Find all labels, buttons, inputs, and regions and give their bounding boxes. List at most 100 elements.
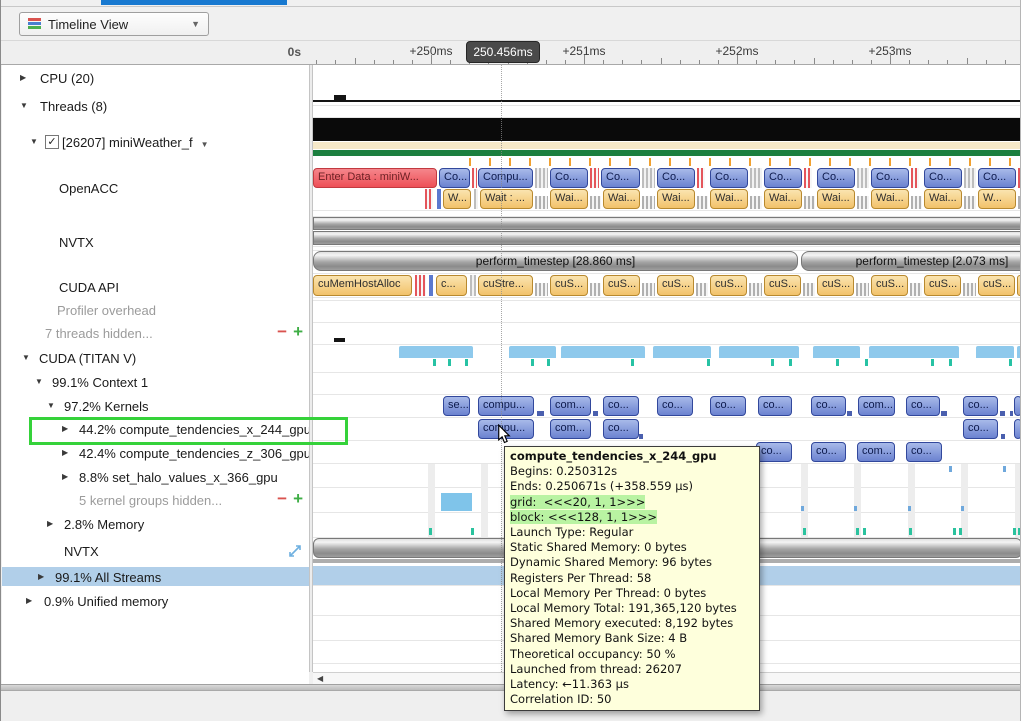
cuda-api-call-block[interactable]: [535, 283, 548, 296]
cuda-api-call-block[interactable]: [470, 275, 476, 296]
sidebar-item-8-8-set-halo-values-x-366-gpu[interactable]: ▶8.8% set_halo_values_x_366_gpu: [2, 469, 309, 486]
openacc-wait-block[interactable]: [697, 196, 708, 209]
openacc-range-block[interactable]: [697, 168, 705, 188]
chevron-down-icon[interactable]: ▼: [22, 353, 30, 362]
kernel-block[interactable]: co...: [963, 396, 998, 416]
sidebar-item-97-2-kernels[interactable]: ▼97.2% Kernels: [2, 398, 309, 415]
kernel-block[interactable]: se...: [443, 396, 470, 416]
cuda-api-call-block[interactable]: cuS...: [603, 275, 640, 296]
cuda-api-call-block[interactable]: [856, 283, 869, 296]
sidebar-item-openacc[interactable]: OpenACC: [2, 180, 309, 197]
openacc-wait-block[interactable]: [804, 196, 815, 209]
openacc-wait-block[interactable]: Wai...: [871, 189, 909, 209]
kernel-block[interactable]: co...: [603, 396, 639, 416]
cuda-api-call-block[interactable]: cuS...: [657, 275, 694, 296]
kernel-block[interactable]: co...: [758, 396, 792, 416]
sidebar-item-cuda-api[interactable]: CUDA API: [2, 279, 309, 296]
openacc-wait-block[interactable]: W...: [978, 189, 1016, 209]
sidebar-item-0-9-unified-memory[interactable]: ▶0.9% Unified memory: [2, 593, 309, 610]
cuda-api-call-block[interactable]: [590, 283, 601, 296]
openacc-range-block[interactable]: Co...: [871, 168, 909, 188]
openacc-wait-block[interactable]: Wai...: [603, 189, 640, 209]
openacc-range-block[interactable]: [964, 168, 976, 188]
cuda-api-call-block[interactable]: [803, 283, 815, 296]
openacc-wait-block[interactable]: [474, 189, 478, 209]
chevron-down-icon[interactable]: ▼: [201, 140, 209, 149]
sidebar-item-99-1-all-streams[interactable]: ▶99.1% All Streams: [2, 569, 309, 586]
chevron-down-icon[interactable]: ▼: [47, 401, 55, 410]
openacc-range-block[interactable]: [535, 168, 548, 188]
openacc-range-block[interactable]: Enter Data : miniW...: [313, 168, 437, 188]
openacc-wait-block[interactable]: Wai...: [550, 189, 588, 209]
cuda-api-call-block[interactable]: cuS...: [924, 275, 961, 296]
sidebar-item--26207-miniweather-f[interactable]: ▼✓[26207] miniWeather_f▼: [2, 134, 309, 151]
chevron-right-icon[interactable]: ▶: [47, 519, 53, 528]
kernel-block[interactable]: com...: [550, 396, 591, 416]
cuda-api-call-block[interactable]: cuS...: [550, 275, 588, 296]
openacc-wait-block[interactable]: [964, 196, 976, 209]
openacc-range-block[interactable]: [804, 168, 812, 188]
remove-filter-icon[interactable]: −: [277, 489, 287, 509]
openacc-range-block[interactable]: [472, 168, 477, 188]
sidebar-item-nvtx[interactable]: NVTX: [2, 543, 309, 560]
chevron-down-icon[interactable]: ▼: [30, 137, 38, 146]
chevron-right-icon[interactable]: ▶: [26, 596, 32, 605]
chevron-right-icon[interactable]: ▶: [62, 448, 68, 457]
openacc-wait-block[interactable]: [425, 189, 433, 209]
kernel-z306-block[interactable]: com...: [857, 442, 895, 462]
openacc-range-block[interactable]: Co...: [601, 168, 640, 188]
openacc-wait-block[interactable]: Wai...: [924, 189, 962, 209]
openacc-range-block[interactable]: Co...: [439, 168, 470, 188]
cuda-api-call-block[interactable]: [642, 283, 655, 296]
openacc-range-block[interactable]: Compu...: [478, 168, 533, 188]
chevron-down-icon[interactable]: ▼: [20, 101, 28, 110]
kernel-block[interactable]: co...: [811, 396, 846, 416]
openacc-range-block[interactable]: Co...: [550, 168, 588, 188]
openacc-wait-block[interactable]: [911, 196, 922, 209]
openacc-range-block[interactable]: [590, 168, 599, 188]
thread-checkbox[interactable]: ✓: [45, 135, 59, 149]
scroll-left-arrow-icon[interactable]: ◀: [317, 674, 323, 683]
openacc-range-block[interactable]: Co...: [710, 168, 748, 188]
openacc-range-block[interactable]: Co...: [764, 168, 802, 188]
sidebar-item-5-kernel-groups-hidden-[interactable]: 5 kernel groups hidden...−+: [2, 492, 309, 509]
chevron-right-icon[interactable]: ▶: [62, 472, 68, 481]
sidebar-item-profiler-overhead[interactable]: Profiler overhead: [2, 302, 309, 319]
sidebar-item-42-4-compute-tendencies-z-306-gpu[interactable]: ▶42.4% compute_tendencies_z_306_gpu: [2, 445, 309, 462]
openacc-wait-block[interactable]: Wait : ...: [480, 189, 533, 209]
kernel-block[interactable]: compu...: [478, 396, 534, 416]
openacc-wait-block[interactable]: [535, 196, 548, 209]
cuda-api-call-block[interactable]: [910, 283, 922, 296]
nvtx-range-bar[interactable]: [313, 231, 1021, 245]
remove-filter-icon[interactable]: −: [277, 322, 287, 342]
sidebar-item-nvtx[interactable]: NVTX: [2, 234, 309, 251]
openacc-wait-block[interactable]: [750, 196, 762, 209]
thread-state-bar[interactable]: [313, 118, 1021, 141]
openacc-range-block[interactable]: Co...: [924, 168, 962, 188]
cuda-api-call-block[interactable]: [429, 275, 433, 296]
kernel-x244-block[interactable]: co...: [603, 419, 639, 439]
kernel-x244-block[interactable]: co...: [963, 419, 998, 439]
cuda-api-call-block[interactable]: [415, 275, 426, 296]
kernel-x244-block[interactable]: com...: [550, 419, 591, 439]
kernel-block[interactable]: co...: [657, 396, 693, 416]
restore-rows-icon[interactable]: +: [293, 489, 303, 509]
chevron-down-icon[interactable]: ▼: [35, 377, 43, 386]
cuda-api-call-block[interactable]: cuS...: [710, 275, 747, 296]
kernel-z306-block[interactable]: co...: [906, 442, 942, 462]
openacc-wait-block[interactable]: [590, 196, 601, 209]
kernel-block[interactable]: co...: [710, 396, 746, 416]
openacc-range-block[interactable]: [750, 168, 762, 188]
openacc-range-block[interactable]: [857, 168, 869, 188]
kernel-z306-block[interactable]: co...: [811, 442, 846, 462]
openacc-wait-block[interactable]: [437, 189, 441, 209]
expand-row-icon[interactable]: [289, 545, 301, 560]
cuda-api-call-block[interactable]: cuS...: [764, 275, 801, 296]
time-ruler[interactable]: +250ms+251ms+252ms+253ms+254ms: [313, 41, 1021, 64]
cuda-api-call-block[interactable]: [696, 283, 708, 296]
panel-splitter[interactable]: [309, 40, 313, 672]
openacc-range-block[interactable]: [642, 168, 655, 188]
sidebar-item-99-1-context-1[interactable]: ▼99.1% Context 1: [2, 374, 309, 391]
sidebar-item-cuda-titan-v-[interactable]: ▼CUDA (TITAN V): [2, 350, 309, 367]
cuda-api-call-block[interactable]: cuStre...: [478, 275, 533, 296]
